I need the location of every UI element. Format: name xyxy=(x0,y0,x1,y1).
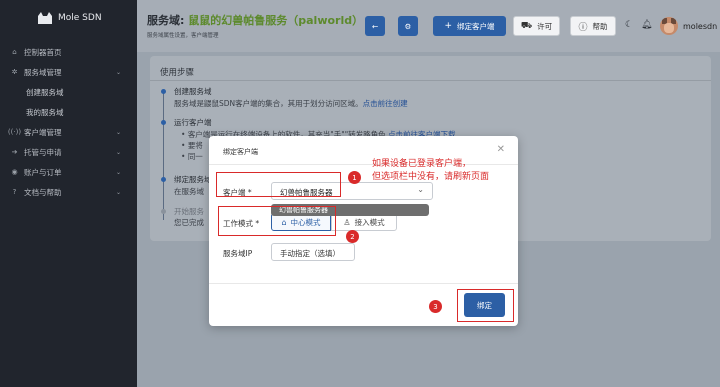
app-logo[interactable]: Mole SDN xyxy=(0,0,137,36)
license-label: 许可 xyxy=(537,21,553,31)
help-button[interactable]: ⓘ 帮助 xyxy=(570,16,616,36)
sidebar-item-label: 托管与申请 xyxy=(24,147,62,157)
user-icon: ♙ xyxy=(343,217,351,227)
sidebar-item-docs[interactable]: ? 文档与帮助 ⌄ xyxy=(0,182,137,202)
chevron-down-icon: ⌄ xyxy=(115,168,121,176)
create-link[interactable]: 点击前往创建 xyxy=(363,99,408,108)
bind-client-button[interactable]: + 绑定客户端 xyxy=(433,16,506,36)
step-text: 您已完成 xyxy=(174,218,204,227)
close-icon[interactable]: ✕ xyxy=(497,144,505,155)
step-title: 创建服务域 xyxy=(174,87,212,96)
annotation-number-1: 1 xyxy=(348,171,361,184)
step-text: 服务域是鼹鼠SDN客户端的集合，其用于划分访问区域。点击前往创建 xyxy=(174,99,408,108)
sidebar-item-hosting[interactable]: ➔ 托管与申请 ⌄ xyxy=(0,142,137,162)
page-header: 服务域: 鼠鼠的幻兽帕鲁服务（palworld） 服务域属性设置，客户端管理 ←… xyxy=(137,0,720,52)
chevron-down-icon: ⌄ xyxy=(115,188,121,196)
step-title: 绑定服务域 xyxy=(174,175,212,184)
back-button[interactable]: ← xyxy=(365,16,385,36)
home-icon: ⌂ xyxy=(12,48,17,56)
sidebar-item-label: 账户与订单 xyxy=(24,167,62,177)
sidebar-item-account[interactable]: ◉ 账户与订单 ⌄ xyxy=(0,162,137,182)
modal-title: 绑定客户端 xyxy=(223,148,258,156)
timeline-dot xyxy=(161,120,166,125)
card-title: 使用步骤 xyxy=(160,68,195,78)
sidebar-item-my-domains[interactable]: 我的服务域 xyxy=(0,102,137,122)
timeline-dot xyxy=(161,177,166,182)
annotation-box-1 xyxy=(216,172,341,197)
sidebar-item-create-domain[interactable]: 创建服务域 xyxy=(0,82,137,102)
info-icon: ⓘ xyxy=(578,22,588,33)
mole-logo-icon xyxy=(36,11,54,25)
sidebar-item-label: 创建服务域 xyxy=(26,87,64,97)
divider xyxy=(150,80,711,81)
step-title: 运行客户端 xyxy=(174,118,212,127)
sidebar-item-label: 文档与帮助 xyxy=(24,187,62,197)
cart-icon: ⛟ xyxy=(520,20,533,31)
bell-icon[interactable]: 🔔︎ xyxy=(641,20,652,30)
chevron-down-icon: ⌄ xyxy=(417,185,424,194)
settings-button[interactable]: ⚙ xyxy=(398,16,418,36)
broadcast-icon: ((·)) xyxy=(7,128,22,136)
chevron-down-icon: ⌄ xyxy=(115,128,121,136)
page-subtitle: 服务域属性设置，客户端管理 xyxy=(147,33,219,39)
bind-client-label: 绑定客户端 xyxy=(457,21,495,31)
domain-name: 鼠鼠的幻兽帕鲁服务（palworld） xyxy=(188,14,364,27)
gear-icon: ⚙ xyxy=(404,21,412,31)
arrow-left-icon: ← xyxy=(371,21,379,31)
sidebar: Mole SDN ⌂ 控制器首页 ✲ 服务域管理 ⌄ 创建服务域 我的服务域 (… xyxy=(0,0,137,387)
plus-icon: + xyxy=(444,21,453,31)
app-name: Mole SDN xyxy=(58,13,102,23)
help-label: 帮助 xyxy=(592,21,608,31)
divider xyxy=(209,283,518,284)
sidebar-item-client-management[interactable]: ((·)) 客户端管理 ⌄ xyxy=(0,122,137,142)
annotation-note: 如果设备已登录客户端， 但选项栏中没有，请刷新页面 xyxy=(372,159,490,182)
sidebar-item-label: 服务域管理 xyxy=(24,67,62,77)
annotation-box-2 xyxy=(218,206,336,236)
moon-icon[interactable]: ☾ xyxy=(625,20,633,30)
sidebar-item-label: 我的服务域 xyxy=(26,107,64,117)
step-text: 在服务域 xyxy=(174,187,204,196)
access-mode-label: 接入模式 xyxy=(354,217,385,227)
license-button[interactable]: ⛟ 许可 xyxy=(513,16,560,36)
timeline-line xyxy=(163,90,164,220)
sidebar-item-label: 控制器首页 xyxy=(24,47,62,57)
gear-icon: ✲ xyxy=(11,68,18,76)
ip-field-label: 服务域IP xyxy=(223,249,253,258)
step-bullet: • 同一 xyxy=(181,152,203,161)
chevron-down-icon: ⌄ xyxy=(115,68,121,76)
title-prefix: 服务域: xyxy=(147,14,185,27)
step-bullet: • 要将 xyxy=(181,141,203,150)
annotation-number-3: 3 xyxy=(429,300,442,313)
sidebar-item-domain-management[interactable]: ✲ 服务域管理 ⌄ xyxy=(0,62,137,82)
page-title: 服务域: 鼠鼠的幻兽帕鲁服务（palworld） xyxy=(147,12,363,28)
question-icon: ? xyxy=(12,188,17,196)
annotation-box-3 xyxy=(457,289,514,322)
arrow-right-icon: ➔ xyxy=(11,148,18,156)
annotation-number-2: 2 xyxy=(346,230,359,243)
domain-ip-input[interactable]: 手动指定（选填） xyxy=(271,243,355,261)
user-circle-icon: ◉ xyxy=(11,168,18,176)
sidebar-item-controller-home[interactable]: ⌂ 控制器首页 xyxy=(0,42,137,62)
sidebar-item-label: 客户端管理 xyxy=(24,127,62,137)
avatar[interactable] xyxy=(660,17,678,35)
chevron-down-icon: ⌄ xyxy=(115,148,121,156)
timeline-dot xyxy=(161,209,166,214)
timeline-dot xyxy=(161,89,166,94)
username[interactable]: molesdn xyxy=(683,22,717,31)
step-title: 开始服务 xyxy=(174,207,204,216)
